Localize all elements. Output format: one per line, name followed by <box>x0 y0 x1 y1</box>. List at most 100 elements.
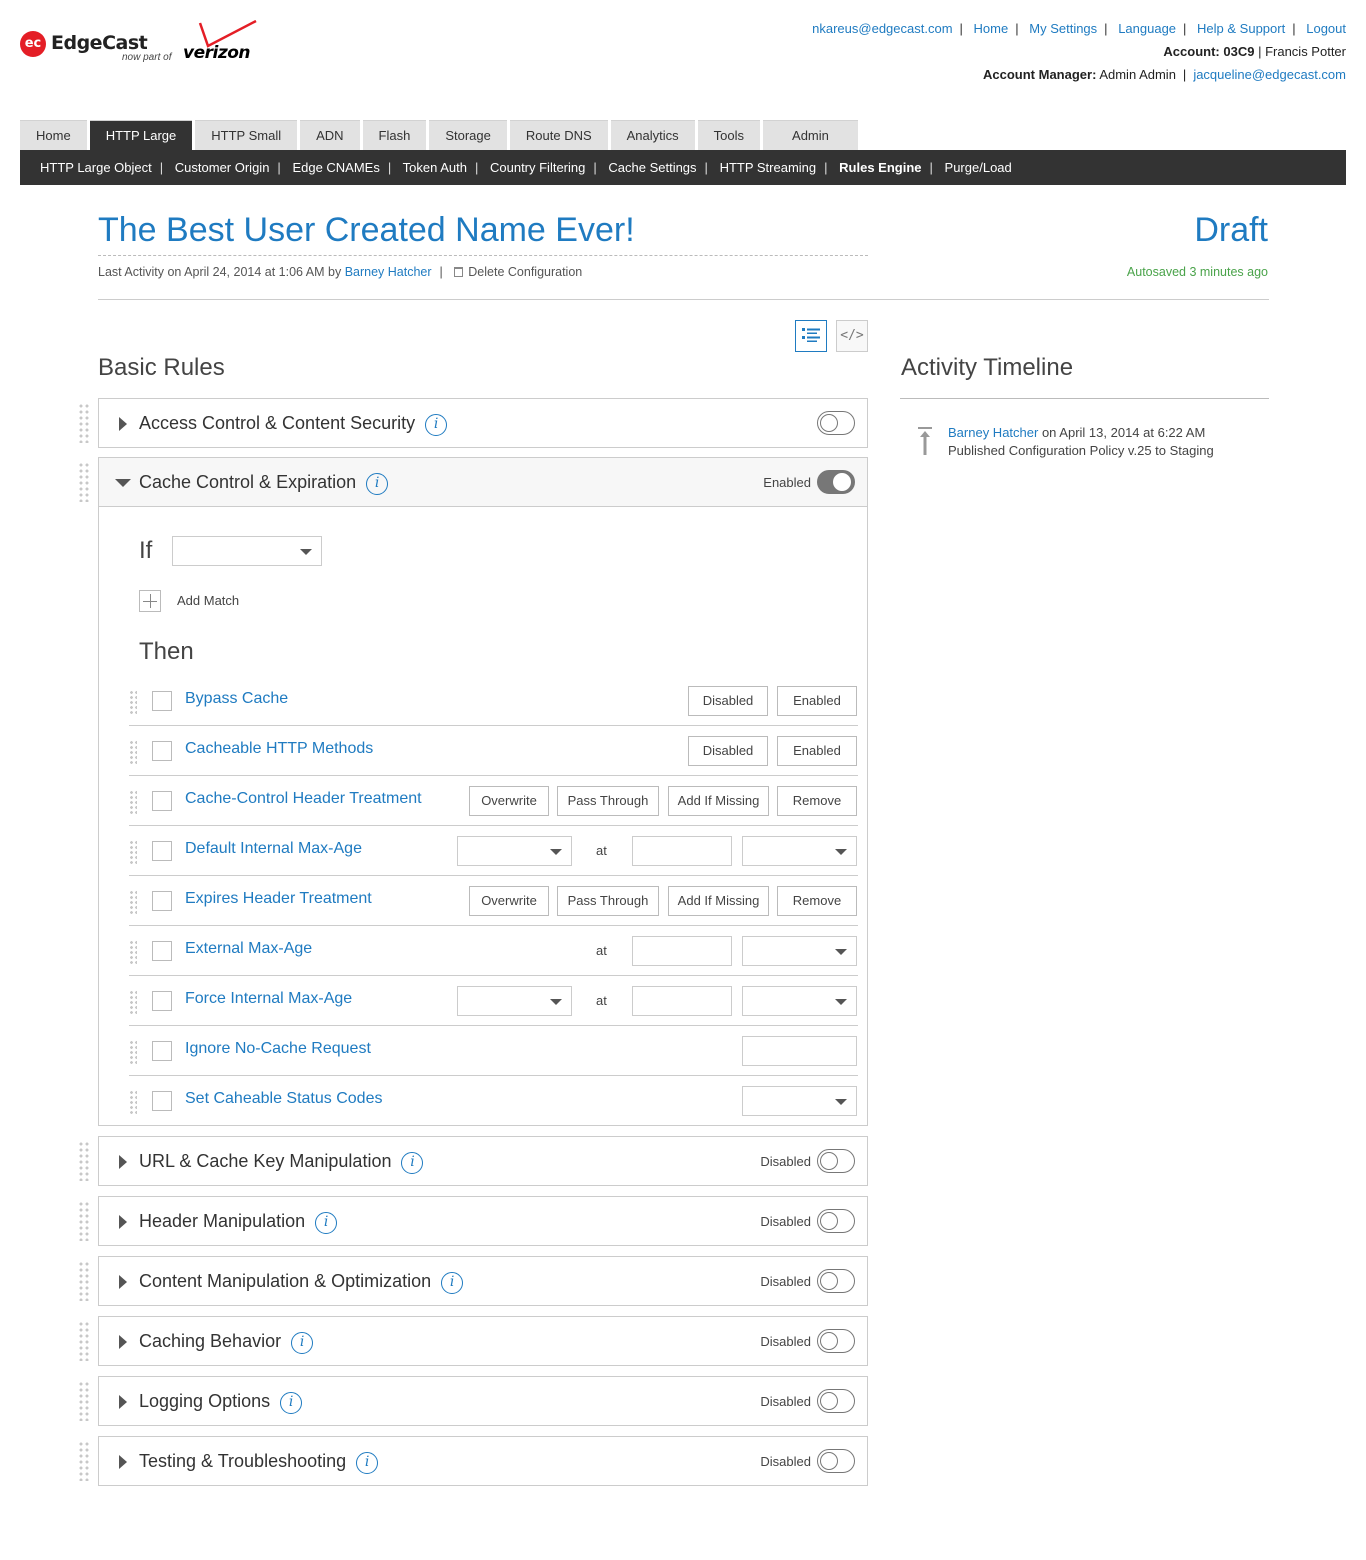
caret-right-icon[interactable] <box>119 1275 127 1289</box>
tab-home[interactable]: Home <box>20 120 87 150</box>
info-icon[interactable]: i <box>401 1152 424 1174</box>
subnav-http-streaming[interactable]: HTTP Streaming <box>720 160 817 175</box>
caret-right-icon[interactable] <box>119 1335 127 1349</box>
subnav-purge-load[interactable]: Purge/Load <box>945 160 1012 175</box>
panel-logging-options[interactable]: Logging Options i Disabled <box>98 1376 868 1426</box>
tab-tools[interactable]: Tools <box>697 120 761 150</box>
enabled-button[interactable]: Enabled <box>777 736 857 766</box>
add-match-link[interactable]: Add Match <box>177 593 239 608</box>
drag-handle[interactable] <box>78 1141 90 1181</box>
caret-right-icon[interactable] <box>119 1455 127 1469</box>
panel-header-manipulation[interactable]: Header Manipulation i Disabled <box>98 1196 868 1246</box>
remove-button[interactable]: Remove <box>777 786 857 816</box>
panel-toggle[interactable] <box>817 1449 855 1473</box>
panel-cache-control[interactable]: Cache Control & Expiration i Enabled <box>98 457 868 507</box>
subnav-cache-settings[interactable]: Cache Settings <box>608 160 696 175</box>
overwrite-button[interactable]: Overwrite <box>469 786 549 816</box>
last-activity-user-link[interactable]: Barney Hatcher <box>345 265 432 279</box>
info-icon[interactable]: i <box>425 414 448 436</box>
remove-button[interactable]: Remove <box>777 886 857 916</box>
feature-checkbox[interactable] <box>152 841 172 861</box>
drag-handle[interactable] <box>129 690 137 716</box>
feature-checkbox[interactable] <box>152 741 172 761</box>
tab-http-small[interactable]: HTTP Small <box>195 120 298 150</box>
panel-access-control[interactable]: Access Control & Content Security i <box>98 398 868 448</box>
feature-label[interactable]: Expires Header Treatment <box>185 890 372 908</box>
feature-checkbox[interactable] <box>152 1041 172 1061</box>
disabled-button[interactable]: Disabled <box>688 686 768 716</box>
caret-right-icon[interactable] <box>119 1155 127 1169</box>
drag-handle[interactable] <box>129 1040 137 1066</box>
max-age-input[interactable] <box>632 836 732 866</box>
config-title[interactable]: The Best User Created Name Ever! <box>98 206 868 256</box>
user-email-link[interactable]: nkareus@edgecast.com <box>812 21 952 36</box>
status-codes-select[interactable] <box>742 1086 857 1116</box>
drag-handle[interactable] <box>78 462 90 502</box>
info-icon[interactable]: i <box>356 1452 379 1474</box>
panel-toggle[interactable] <box>817 1389 855 1413</box>
feature-label[interactable]: Bypass Cache <box>185 690 288 708</box>
feature-label[interactable]: External Max-Age <box>185 940 312 958</box>
info-icon[interactable]: i <box>441 1272 464 1294</box>
feature-label[interactable]: Force Internal Max-Age <box>185 990 352 1008</box>
delete-configuration-button[interactable]: Delete Configuration <box>454 265 582 279</box>
panel-toggle[interactable] <box>817 1209 855 1233</box>
drag-handle[interactable] <box>78 1261 90 1301</box>
drag-handle[interactable] <box>129 990 137 1016</box>
drag-handle[interactable] <box>129 940 137 966</box>
timeline-user-link[interactable]: Barney Hatcher <box>948 425 1038 440</box>
drag-handle[interactable] <box>129 840 137 866</box>
drag-handle[interactable] <box>129 740 137 766</box>
info-icon[interactable]: i <box>280 1392 303 1414</box>
subnav-rules-engine[interactable]: Rules Engine <box>839 160 921 175</box>
drag-handle[interactable] <box>78 403 90 443</box>
drag-handle[interactable] <box>129 1090 137 1116</box>
drag-handle[interactable] <box>129 890 137 916</box>
enabled-button[interactable]: Enabled <box>777 686 857 716</box>
subnav-country-filtering[interactable]: Country Filtering <box>490 160 585 175</box>
add-if-missing-button[interactable]: Add If Missing <box>668 786 769 816</box>
panel-content-manipulation[interactable]: Content Manipulation & Optimization i Dis… <box>98 1256 868 1306</box>
info-icon[interactable]: i <box>315 1212 338 1234</box>
caret-right-icon[interactable] <box>119 417 127 431</box>
drag-handle[interactable] <box>78 1381 90 1421</box>
tab-adn[interactable]: ADN <box>300 120 360 150</box>
max-age-input[interactable] <box>632 986 732 1016</box>
unit-select[interactable] <box>742 986 857 1016</box>
match-select[interactable] <box>172 536 322 566</box>
panel-toggle[interactable] <box>817 1329 855 1353</box>
feature-checkbox[interactable] <box>152 791 172 811</box>
caret-right-icon[interactable] <box>119 1215 127 1229</box>
panel-toggle[interactable] <box>817 1149 855 1173</box>
info-icon[interactable]: i <box>366 473 389 495</box>
feature-label[interactable]: Cache-Control Header Treatment <box>185 790 422 808</box>
subnav-customer-origin[interactable]: Customer Origin <box>175 160 270 175</box>
tab-admin[interactable]: Admin <box>763 120 858 150</box>
tab-flash[interactable]: Flash <box>362 120 427 150</box>
overwrite-button[interactable]: Overwrite <box>469 886 549 916</box>
feature-checkbox[interactable] <box>152 1091 172 1111</box>
disabled-button[interactable]: Disabled <box>688 736 768 766</box>
feature-label[interactable]: Set Caheable Status Codes <box>185 1090 382 1108</box>
feature-label[interactable]: Cacheable HTTP Methods <box>185 740 373 758</box>
help-support-link[interactable]: Help & Support <box>1197 21 1285 36</box>
unit-select[interactable] <box>742 936 857 966</box>
drag-handle[interactable] <box>78 1321 90 1361</box>
unit-select[interactable] <box>742 836 857 866</box>
panel-toggle[interactable] <box>817 470 855 494</box>
caret-down-icon[interactable] <box>115 479 131 487</box>
info-icon[interactable]: i <box>291 1332 314 1354</box>
drag-handle[interactable] <box>129 790 137 816</box>
list-view-button[interactable] <box>795 320 827 352</box>
tab-analytics[interactable]: Analytics <box>610 120 695 150</box>
feature-label[interactable]: Ignore No-Cache Request <box>185 1040 371 1058</box>
max-age-input[interactable] <box>632 936 732 966</box>
tab-storage[interactable]: Storage <box>429 120 507 150</box>
drag-handle[interactable] <box>78 1201 90 1241</box>
add-if-missing-button[interactable]: Add If Missing <box>668 886 769 916</box>
logout-link[interactable]: Logout <box>1306 21 1346 36</box>
status-select[interactable] <box>457 836 572 866</box>
feature-label[interactable]: Default Internal Max-Age <box>185 840 362 858</box>
subnav-http-large-object[interactable]: HTTP Large Object <box>40 160 152 175</box>
feature-checkbox[interactable] <box>152 991 172 1011</box>
